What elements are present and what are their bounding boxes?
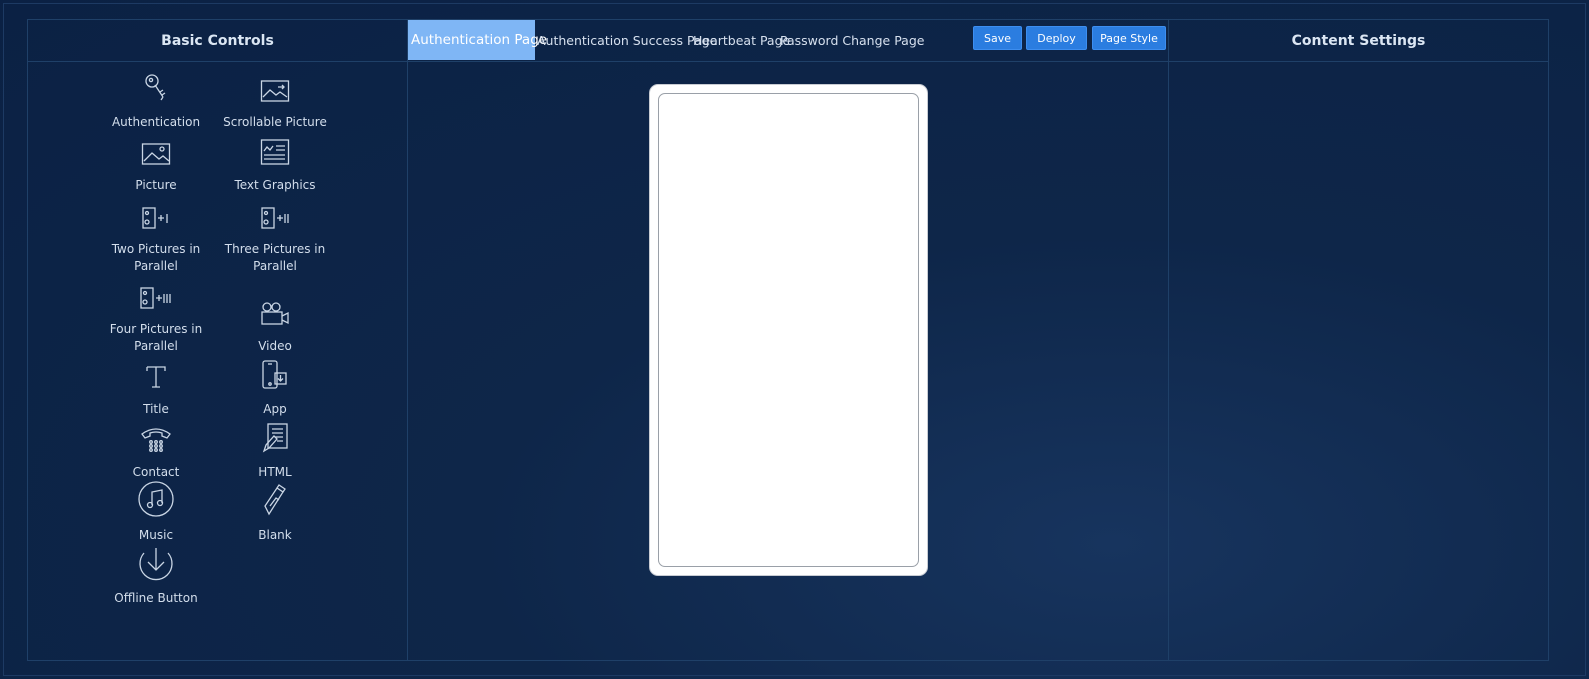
text-graphics-icon xyxy=(260,138,290,171)
offline-download-icon xyxy=(137,545,175,586)
control-contact[interactable]: Contact xyxy=(91,426,221,481)
control-blank[interactable]: Blank xyxy=(210,484,340,544)
html-icon xyxy=(261,423,289,458)
control-text-graphics[interactable]: Text Graphics xyxy=(210,139,340,194)
control-title[interactable]: Title xyxy=(91,363,221,418)
page-style-button[interactable]: Page Style xyxy=(1092,26,1166,50)
control-three-pictures[interactable]: Three Pictures in Parallel xyxy=(210,203,340,275)
control-label: Text Graphics xyxy=(234,178,316,192)
control-html[interactable]: HTML xyxy=(210,423,340,481)
control-label: Three Pictures in Parallel xyxy=(224,242,326,273)
deploy-button[interactable]: Deploy xyxy=(1026,26,1087,50)
page-editor-panel: Authentication Page Authentication Succe… xyxy=(407,19,1169,661)
picture-icon xyxy=(141,142,171,171)
phone-canvas[interactable] xyxy=(658,93,919,567)
four-pictures-icon xyxy=(139,286,173,315)
control-label: Contact xyxy=(132,465,180,479)
control-label: App xyxy=(263,402,287,416)
control-label: Scrollable Picture xyxy=(223,115,327,129)
tab-authentication-page[interactable]: Authentication Page xyxy=(408,20,547,60)
basic-controls-panel: Basic Controls Authentication Scrollable… xyxy=(27,19,408,661)
control-four-pictures[interactable]: Four Pictures in Parallel xyxy=(91,283,221,355)
content-settings-title: Content Settings xyxy=(1169,20,1548,62)
control-label: Authentication xyxy=(111,115,201,129)
tab-authentication-success-page[interactable]: Authentication Success Page xyxy=(537,20,717,60)
phone-preview xyxy=(649,84,928,576)
tab-password-change-page[interactable]: Password Change Page xyxy=(780,20,924,60)
control-scrollable-picture[interactable]: Scrollable Picture xyxy=(210,76,340,131)
control-label: Music xyxy=(138,528,174,542)
telephone-icon xyxy=(140,425,172,458)
content-settings-panel: Content Settings xyxy=(1168,19,1549,661)
two-pictures-icon xyxy=(141,206,171,235)
control-music[interactable]: Music xyxy=(91,481,221,544)
control-label: HTML xyxy=(258,465,292,479)
control-label: Video xyxy=(258,339,292,353)
control-label: Four Pictures in Parallel xyxy=(109,322,203,353)
control-app[interactable]: App xyxy=(210,360,340,418)
basic-controls-title: Basic Controls xyxy=(28,20,407,62)
control-label: Blank xyxy=(258,528,292,542)
save-button[interactable]: Save xyxy=(973,26,1022,50)
title-icon xyxy=(144,364,168,395)
blank-icon xyxy=(261,484,289,523)
control-picture[interactable]: Picture xyxy=(91,139,221,194)
video-camera-icon xyxy=(260,301,290,332)
key-icon xyxy=(143,73,169,108)
control-label: Two Pictures in Parallel xyxy=(111,242,201,273)
control-label: Picture xyxy=(135,178,177,192)
control-two-pictures[interactable]: Two Pictures in Parallel xyxy=(91,203,221,275)
control-video[interactable]: Video xyxy=(210,300,340,355)
control-authentication[interactable]: Authentication xyxy=(91,73,221,131)
tab-heartbeat-page[interactable]: Heartbeat Page xyxy=(693,20,790,60)
three-pictures-icon xyxy=(260,206,290,235)
control-label: Title xyxy=(143,402,169,416)
scroll-picture-icon xyxy=(260,79,290,108)
music-icon xyxy=(137,480,175,523)
control-offline-button[interactable]: Offline Button xyxy=(91,548,221,607)
control-label: Offline Button xyxy=(114,591,198,605)
app-download-icon xyxy=(261,360,289,395)
